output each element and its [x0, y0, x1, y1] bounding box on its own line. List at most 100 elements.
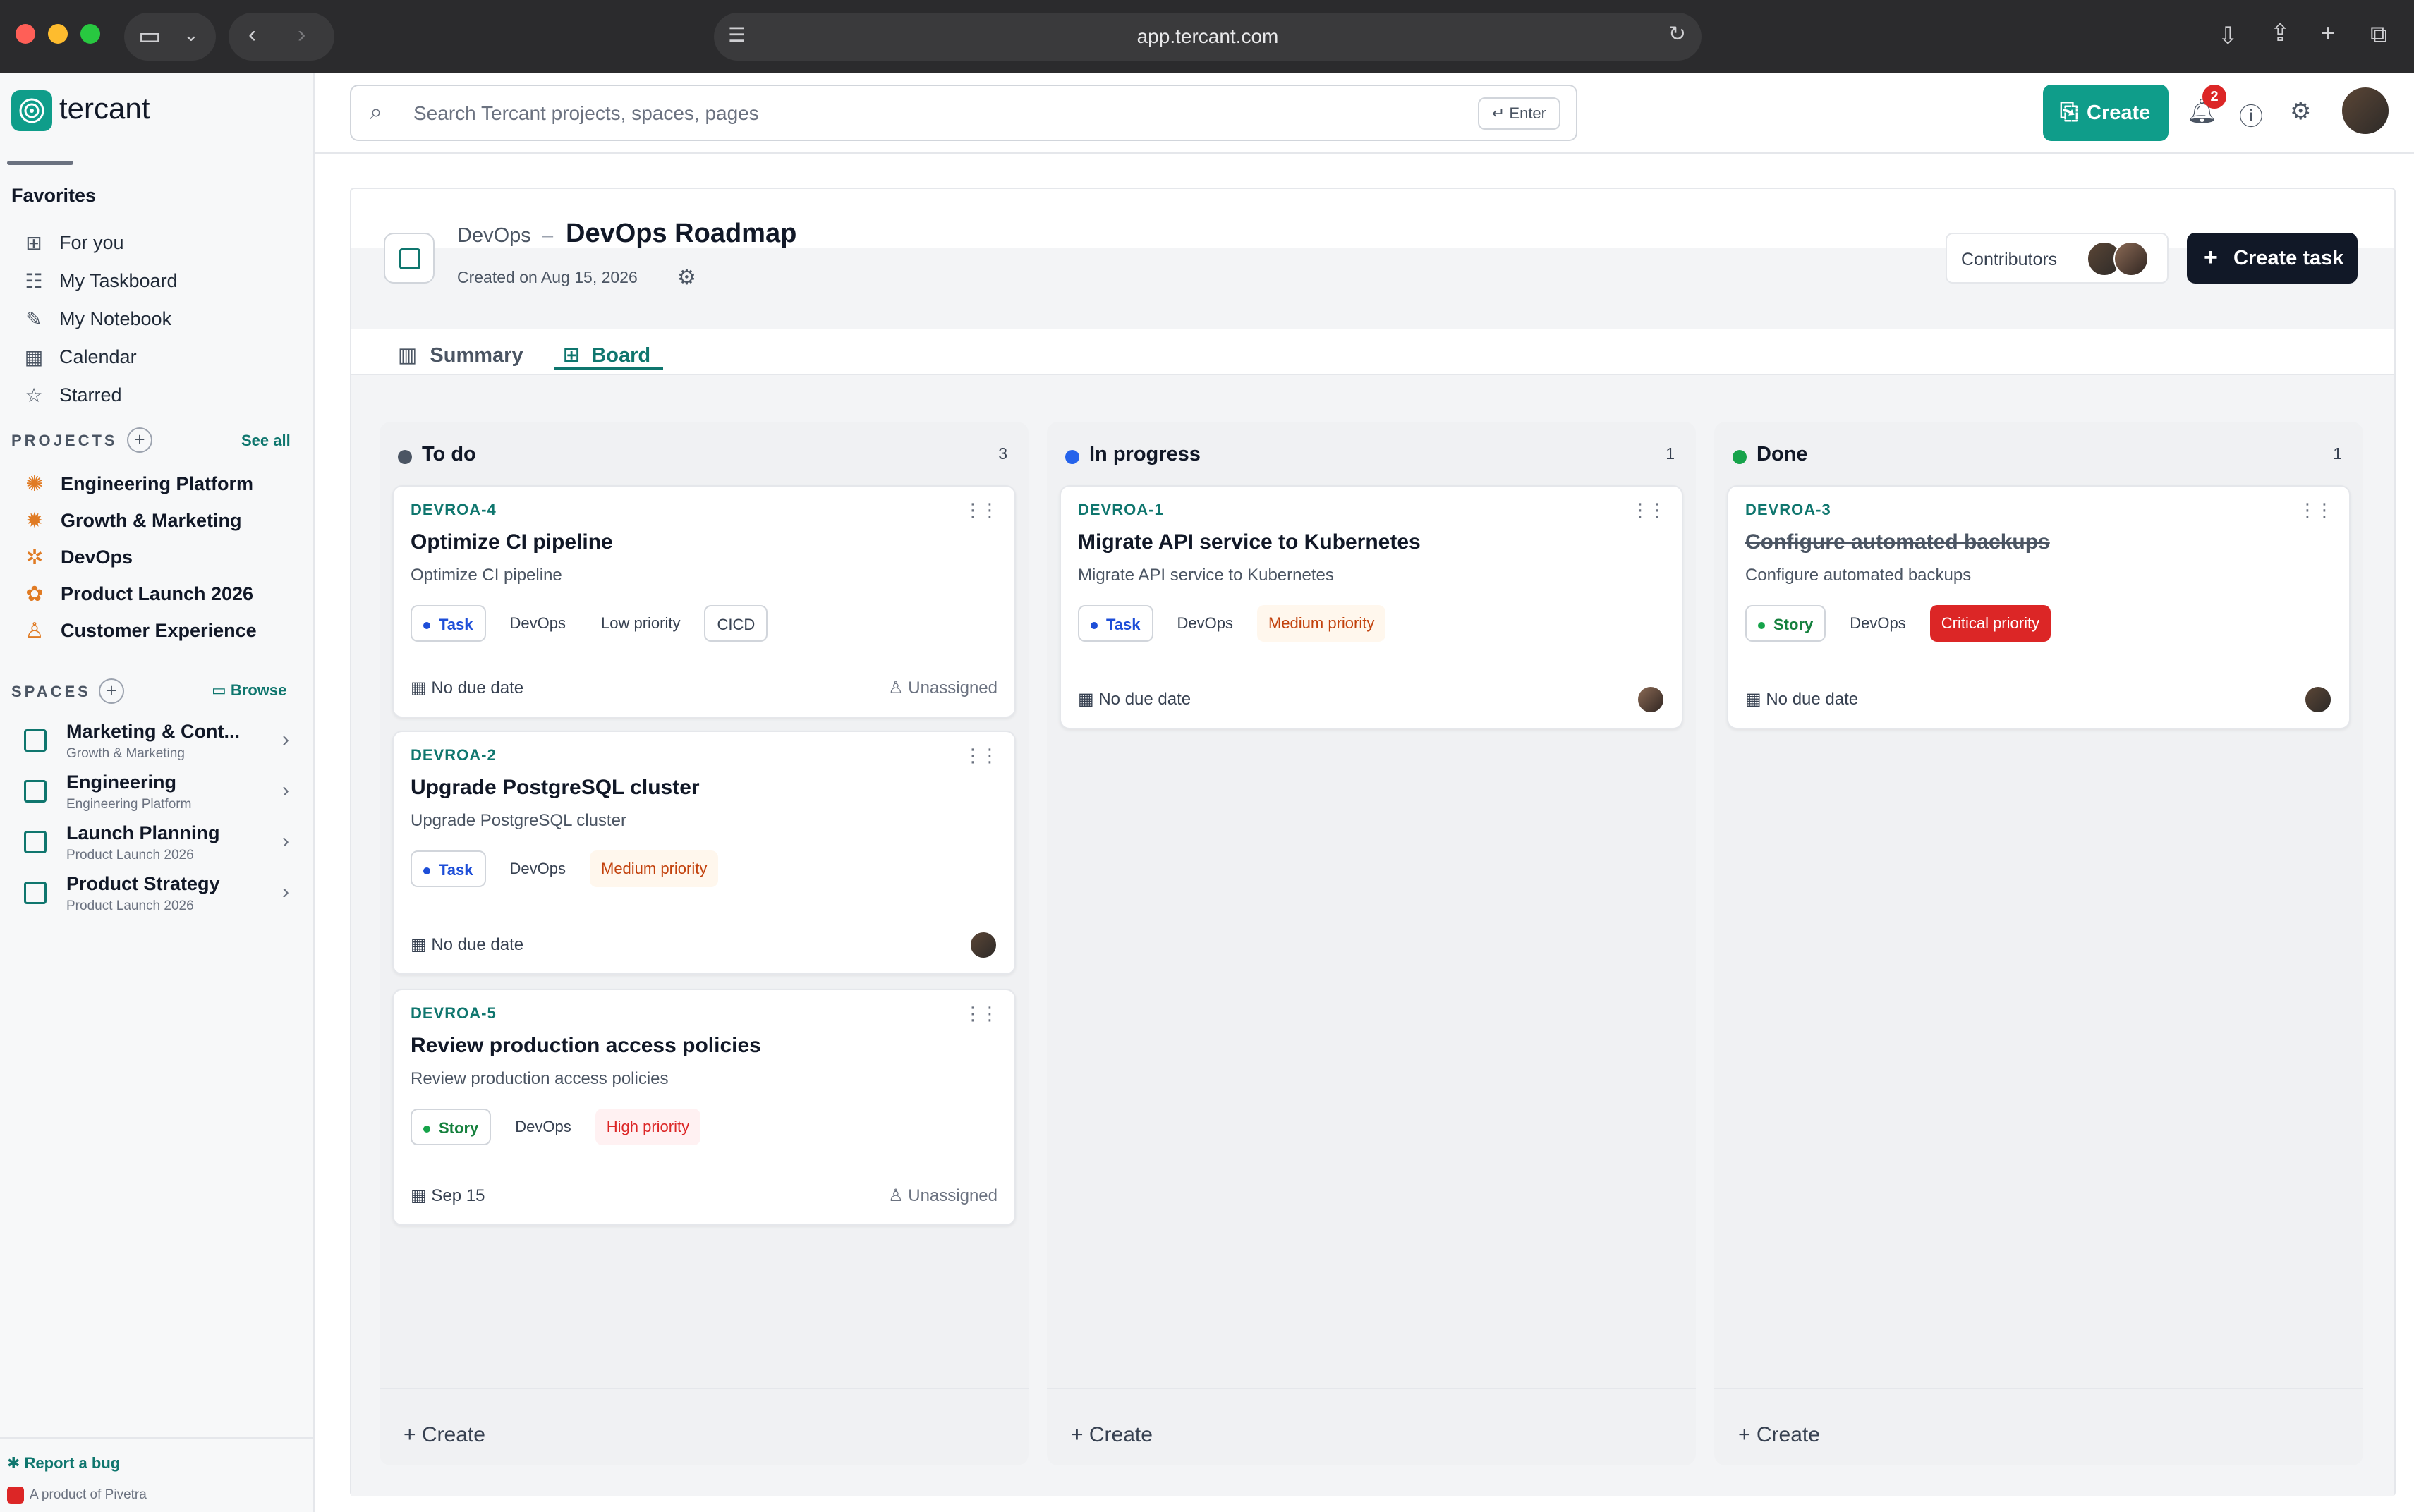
task-title: Upgrade PostgreSQL cluster: [411, 776, 700, 799]
space-subtitle: Product Launch 2026: [66, 898, 194, 913]
drag-handle-icon[interactable]: ⋮⋮: [964, 499, 999, 521]
enter-label: Enter: [1509, 104, 1546, 122]
task-card[interactable]: DEVROA-5 ⋮⋮ Review production access pol…: [392, 989, 1016, 1226]
due-date: ▦ Sep 15: [411, 1185, 485, 1206]
space-title: Engineering: [66, 772, 177, 793]
calendar-icon: ▦: [1745, 690, 1766, 709]
reload-icon[interactable]: ↻: [1668, 24, 1686, 45]
sidebar-space-item[interactable]: Engineering Engineering Platform ›: [21, 772, 289, 818]
chevron-right-icon[interactable]: ›: [282, 829, 289, 853]
task-tags: Story DevOps Critical priority: [1745, 605, 2051, 642]
calendar-icon: ▦: [411, 678, 432, 697]
zoom-window-button[interactable]: [80, 24, 100, 44]
create-button[interactable]: ⎘ Create: [2043, 85, 2169, 141]
share-icon[interactable]: ⇪: [2270, 21, 2291, 45]
close-window-button[interactable]: [16, 24, 35, 44]
task-card[interactable]: DEVROA-4 ⋮⋮ Optimize CI pipeline Optimiz…: [392, 485, 1016, 718]
priority-tag: Low priority: [601, 614, 681, 632]
settings-icon[interactable]: ⚙: [2290, 97, 2311, 126]
see-all-projects-link[interactable]: See all: [241, 432, 291, 450]
sidebar-project-devops[interactable]: ✲ DevOps: [23, 542, 133, 573]
task-key[interactable]: DEVROA-2: [411, 746, 497, 764]
calendar-icon: ▦: [24, 346, 44, 368]
drag-handle-icon[interactable]: ⋮⋮: [964, 1003, 999, 1025]
sidebar-item-starred[interactable]: ☆ Starred: [21, 379, 121, 410]
assignee-avatar[interactable]: [1637, 685, 1665, 714]
type-tag: Story: [1745, 605, 1826, 642]
browse-spaces-link[interactable]: ▭ Browse: [212, 681, 286, 700]
sidebar-item-for-you[interactable]: ⊞ For you: [21, 227, 123, 258]
forward-icon[interactable]: ›: [298, 23, 305, 47]
sidebar-item-my-notebook[interactable]: ✎ My Notebook: [21, 303, 171, 334]
task-card[interactable]: DEVROA-1 ⋮⋮ Migrate API service to Kuber…: [1060, 485, 1683, 729]
column-divider: [1047, 1388, 1696, 1389]
add-space-button[interactable]: +: [99, 678, 124, 704]
column-create-button[interactable]: + Create: [1738, 1423, 1820, 1447]
assignee[interactable]: ♙ Unassigned: [888, 1185, 997, 1206]
task-key[interactable]: DEVROA-4: [411, 501, 497, 519]
report-bug-link[interactable]: ✱ Report a bug: [7, 1454, 120, 1473]
task-key[interactable]: DEVROA-3: [1745, 501, 1831, 519]
column-create-button[interactable]: + Create: [1071, 1423, 1153, 1447]
minimize-window-button[interactable]: [48, 24, 68, 44]
project-tag: DevOps: [1177, 614, 1233, 632]
chevron-right-icon[interactable]: ›: [282, 880, 289, 904]
sidebar-space-item[interactable]: Launch Planning Product Launch 2026 ›: [21, 822, 289, 869]
sidebar-space-item[interactable]: Marketing & Cont... Growth & Marketing ›: [21, 721, 289, 767]
breadcrumb-parent[interactable]: DevOps: [457, 224, 531, 248]
footer-text: A product of Pivetra: [30, 1487, 147, 1503]
drag-handle-icon[interactable]: ⋮⋮: [964, 745, 999, 767]
project-settings-icon[interactable]: ⚙: [677, 265, 696, 290]
task-title: Optimize CI pipeline: [411, 530, 613, 554]
sidebar-item-calendar[interactable]: ▦ Calendar: [21, 341, 137, 372]
task-card[interactable]: DEVROA-2 ⋮⋮ Upgrade PostgreSQL cluster U…: [392, 731, 1016, 975]
sidebar-toggle-button[interactable]: ▭ ⌄: [124, 13, 216, 61]
report-bug-label: Report a bug: [24, 1454, 121, 1472]
new-tab-icon[interactable]: +: [2321, 21, 2335, 45]
sidebar-icon: ▭: [138, 23, 162, 49]
task-key[interactable]: DEVROA-5: [411, 1004, 497, 1023]
user-avatar[interactable]: [2341, 86, 2390, 135]
app-header: ⌕ Search Tercant projects, spaces, pages…: [315, 73, 2414, 154]
drag-handle-icon[interactable]: ⋮⋮: [2298, 499, 2334, 521]
sidebar-project-growth-marketing[interactable]: ✹ Growth & Marketing: [23, 505, 241, 536]
task-key[interactable]: DEVROA-1: [1078, 501, 1164, 519]
address-bar[interactable]: ☰ app.tercant.com ↻: [714, 13, 1702, 61]
assignee-label: Unassigned: [908, 678, 997, 697]
download-icon[interactable]: ⇩: [2218, 24, 2238, 48]
resize-handle[interactable]: [7, 161, 73, 165]
column-title: Done: [1757, 443, 1808, 465]
sidebar-project-customer-experience[interactable]: ♙ Customer Experience: [23, 615, 257, 646]
space-subtitle: Engineering Platform: [66, 797, 192, 812]
label-tag: CICD: [704, 605, 768, 642]
chevron-right-icon[interactable]: ›: [282, 728, 289, 752]
create-label: Create: [1088, 1423, 1153, 1446]
column-create-button[interactable]: + Create: [404, 1423, 485, 1447]
sidebar-project-product-launch[interactable]: ✿ Product Launch 2026: [23, 578, 253, 609]
info-icon[interactable]: ⓘ: [2239, 97, 2263, 132]
chevron-right-icon[interactable]: ›: [282, 779, 289, 803]
type-tag: Task: [411, 850, 486, 887]
type-tag: Task: [1078, 605, 1153, 642]
back-icon[interactable]: ‹: [248, 23, 256, 47]
browser-toolbar: ▭ ⌄ ‹ › ☰ app.tercant.com ↻ ⇩ ⇪ + ⧉: [0, 0, 2414, 73]
drag-handle-icon[interactable]: ⋮⋮: [1631, 499, 1666, 521]
tab-summary[interactable]: ▥ Summary: [398, 343, 523, 372]
create-task-button[interactable]: + Create task: [2187, 233, 2358, 284]
assignee[interactable]: ♙ Unassigned: [888, 678, 997, 698]
task-card[interactable]: DEVROA-3 ⋮⋮ Configure automated backups …: [1727, 485, 2351, 729]
status-dot: [1733, 450, 1747, 464]
search-input[interactable]: ⌕ Search Tercant projects, spaces, pages…: [350, 85, 1577, 141]
tab-overview-icon[interactable]: ⧉: [2370, 23, 2387, 47]
assignee-avatar[interactable]: [2304, 685, 2332, 714]
created-date: Created on Aug 15, 2026: [457, 268, 638, 286]
column-count: 3: [998, 444, 1007, 463]
assignee-avatar[interactable]: [969, 931, 997, 959]
sidebar-item-my-taskboard[interactable]: ☷ My Taskboard: [21, 265, 177, 296]
add-project-button[interactable]: +: [127, 427, 152, 453]
sidebar-project-engineering-platform[interactable]: ✺ Engineering Platform: [23, 468, 253, 499]
sidebar-item-label: My Notebook: [59, 307, 172, 329]
contributors-button[interactable]: Contributors: [1946, 233, 2169, 284]
type-label: Task: [439, 861, 473, 879]
sidebar-space-item[interactable]: Product Strategy Product Launch 2026 ›: [21, 873, 289, 920]
